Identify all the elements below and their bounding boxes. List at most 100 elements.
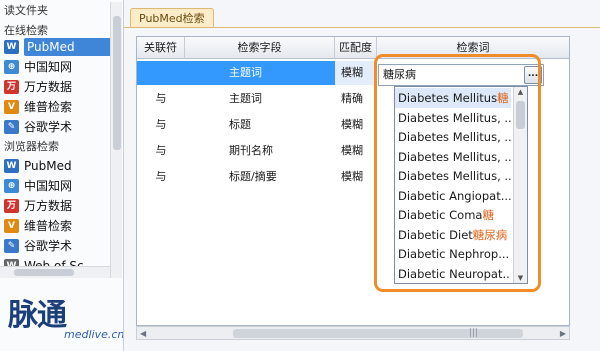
suggestion-item[interactable]: Diabetes Mellitus, ... bbox=[395, 147, 511, 167]
pubmed-icon: W bbox=[4, 159, 19, 173]
suggestion-english-term: Diabetes Mellitus, ... bbox=[398, 130, 511, 144]
suggestion-item[interactable]: Diabetes Mellitus, ... bbox=[395, 108, 511, 128]
scrollbar-thumb[interactable] bbox=[14, 269, 74, 276]
search-term-value[interactable]: 糖尿病 bbox=[383, 65, 416, 85]
sidebar-vertical-scrollbar[interactable] bbox=[110, 2, 122, 278]
sidebar-partial-label: 读文件夹 bbox=[4, 4, 48, 17]
field-cell[interactable]: 标题/摘要 bbox=[185, 165, 335, 189]
sidebar-item-label: 中国知网 bbox=[24, 179, 73, 193]
search-term-input[interactable]: 糖尿病 ... bbox=[378, 64, 544, 86]
sidebar-item-label: PubMed bbox=[24, 159, 72, 173]
online-search-heading: 在线检索 bbox=[4, 24, 48, 37]
field-cell[interactable]: 标题 bbox=[185, 113, 335, 137]
sidebar-item[interactable]: 万万方数据 bbox=[4, 197, 116, 215]
term-suggestion-dropdown: Diabetes Mellitus糖 Diabetes Mellitus, ...… bbox=[394, 86, 528, 284]
scroll-left-arrow-icon[interactable]: ◀ bbox=[140, 327, 146, 340]
suggestion-item[interactable]: Diabetes Mellitus, ... bbox=[395, 166, 511, 186]
sidebar-item-label: 谷歌学术 bbox=[24, 239, 73, 253]
google-scholar-icon: ✎ bbox=[4, 239, 19, 253]
left-sidebar: 读文件夹 在线检索 W PubMed ⊕ 中国知网万万方数据 V 维普检索 ✎ 谷歌学术 浏览… bbox=[0, 0, 124, 351]
dropdown-scrollbar[interactable]: ▲ ▼ bbox=[513, 87, 527, 283]
suggestion-english-term: Diabetic Diet bbox=[398, 227, 473, 242]
match-cell[interactable]: 精确 bbox=[335, 87, 377, 111]
sidebar-item-label: 维普检索 bbox=[24, 219, 73, 233]
grid-horizontal-scrollbar[interactable]: ◀ ||| ▶ bbox=[136, 326, 570, 340]
tab-pubmed-search[interactable]: PubMed检索 bbox=[130, 8, 214, 28]
suggestion-item[interactable]: Diabetic Diet糖尿病 bbox=[395, 225, 511, 245]
sidebar-item[interactable]: ✎ 谷歌学术 bbox=[4, 118, 116, 136]
suggestion-item[interactable]: Diabetes Mellitus糖 bbox=[395, 88, 511, 108]
logo-domain: medlive.cn bbox=[64, 328, 124, 341]
google-scholar-icon: ✎ bbox=[4, 120, 19, 134]
medlive-logo: 脉通 medlive.cn bbox=[4, 286, 124, 346]
vip-icon: V bbox=[4, 100, 19, 114]
suggestion-item[interactable]: Diabetes Mellitus, ... bbox=[395, 127, 511, 147]
scroll-right-arrow-icon[interactable]: ▶ bbox=[560, 327, 566, 340]
logo-brand: 脉通 bbox=[8, 298, 67, 333]
scroll-up-arrow-icon[interactable]: ▲ bbox=[514, 88, 527, 96]
scrollbar-thumb[interactable] bbox=[516, 101, 525, 129]
pubmed-icon: W bbox=[4, 40, 19, 54]
sidebar-item-label: 维普检索 bbox=[24, 100, 73, 114]
header-field[interactable]: 检索字段 bbox=[185, 37, 335, 59]
field-cell[interactable]: 主题词 bbox=[185, 87, 335, 111]
suggestion-english-term: Diabetic Neuropat... bbox=[398, 266, 511, 281]
cnki-icon: ⊕ bbox=[4, 60, 19, 74]
suggestion-english-term: Diabetes Mellitus, ... bbox=[398, 169, 511, 183]
suggestion-english-term: Diabetes Mellitus bbox=[398, 91, 498, 105]
operator-cell[interactable]: 与 bbox=[137, 113, 185, 137]
field-cell[interactable]: 主题词 bbox=[185, 61, 335, 85]
sidebar-item[interactable]: ⊕ 中国知网 bbox=[4, 58, 116, 76]
suggestion-chinese-term: 糖 bbox=[497, 91, 509, 105]
suggestion-english-term: Diabetic Coma bbox=[398, 208, 483, 222]
grid-header: 关联符 检索字段 匹配度 检索词 bbox=[137, 37, 569, 59]
header-term[interactable]: 检索词 bbox=[377, 37, 569, 59]
header-match[interactable]: 匹配度 bbox=[335, 37, 377, 59]
scrollbar-grip-icon: ||| bbox=[469, 328, 479, 338]
sidebar-item[interactable]: V 维普检索 bbox=[4, 217, 116, 235]
sidebar-item[interactable]: W PubMed bbox=[4, 157, 116, 175]
sidebar-horizontal-scrollbar[interactable] bbox=[0, 266, 110, 278]
sidebar-item-label: 中国知网 bbox=[24, 60, 73, 74]
scrollbar-thumb[interactable] bbox=[233, 329, 523, 338]
suggestion-item[interactable]: Diabetic Neuropat... bbox=[395, 264, 511, 284]
operator-cell[interactable]: 与 bbox=[137, 165, 185, 189]
scroll-down-arrow-icon[interactable]: ▼ bbox=[514, 274, 527, 282]
tab-divider bbox=[124, 27, 600, 28]
sidebar-item[interactable]: ⊕ 中国知网 bbox=[4, 177, 116, 195]
operator-cell[interactable]: 与 bbox=[137, 87, 185, 111]
wanfang-icon: 万 bbox=[4, 80, 19, 94]
sidebar-item[interactable]: W PubMed bbox=[4, 38, 116, 56]
sidebar-item-label: 谷歌学术 bbox=[24, 120, 73, 134]
vip-icon: V bbox=[4, 219, 19, 233]
suggestion-chinese-term: 糖 bbox=[482, 208, 494, 222]
match-cell[interactable]: 模糊 bbox=[335, 61, 377, 85]
match-cell[interactable]: 模糊 bbox=[335, 139, 377, 163]
header-operator[interactable]: 关联符 bbox=[137, 37, 185, 59]
suggestion-chinese-term: 糖尿病 bbox=[472, 227, 508, 242]
suggestion-english-term: Diabetes Mellitus, ... bbox=[398, 110, 511, 125]
sidebar-item[interactable]: 万万方数据 bbox=[4, 78, 116, 96]
suggestion-item[interactable]: Diabetic Angiopat... bbox=[395, 186, 511, 206]
sidebar-item[interactable]: ✎ 谷歌学术 bbox=[4, 237, 116, 255]
wanfang-icon: 万 bbox=[4, 199, 19, 213]
suggestion-english-term: Diabetic Nephrop... bbox=[398, 247, 510, 261]
operator-cell[interactable] bbox=[137, 61, 185, 85]
sidebar-item-label: 万方数据 bbox=[24, 199, 73, 213]
match-cell[interactable]: 模糊 bbox=[335, 165, 377, 189]
cnki-icon: ⊕ bbox=[4, 179, 19, 193]
term-browse-button[interactable]: ... bbox=[524, 66, 542, 84]
sidebar-item-label: PubMed bbox=[27, 40, 75, 54]
sidebar-item[interactable]: V 维普检索 bbox=[4, 98, 116, 116]
scrollbar-thumb[interactable] bbox=[113, 16, 121, 150]
browser-search-heading: 浏览器检索 bbox=[4, 140, 59, 153]
suggestion-item[interactable]: Diabetic Nephrop... bbox=[395, 244, 511, 264]
suggestion-item[interactable]: Diabetic Coma糖 bbox=[395, 205, 511, 225]
sidebar-item-label: 万方数据 bbox=[24, 80, 73, 94]
main-panel: PubMed检索 关联符 检索字段 匹配度 检索词 主题词 模糊与主题词 精确与标题… bbox=[124, 0, 600, 351]
field-cell[interactable]: 期刊名称 bbox=[185, 139, 335, 163]
suggestion-english-term: Diabetic Angiopat... bbox=[398, 188, 511, 203]
suggestion-english-term: Diabetes Mellitus, ... bbox=[398, 149, 511, 164]
operator-cell[interactable]: 与 bbox=[137, 139, 185, 163]
match-cell[interactable]: 模糊 bbox=[335, 113, 377, 137]
